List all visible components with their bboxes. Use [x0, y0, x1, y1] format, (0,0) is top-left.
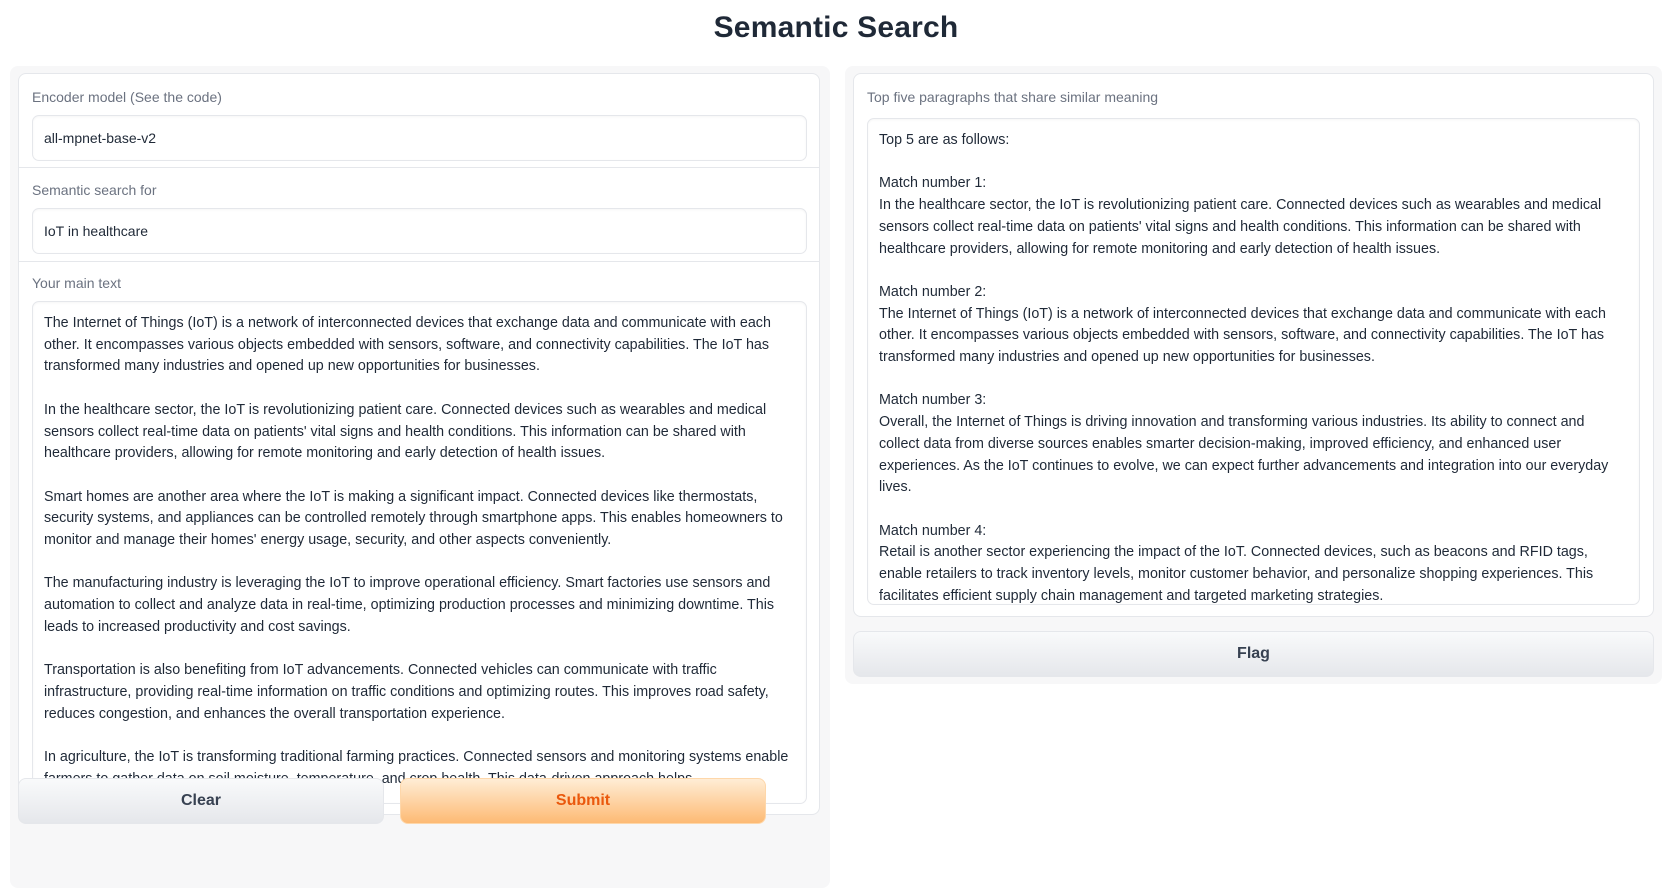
output-block: Top five paragraphs that share similar m…	[853, 73, 1654, 617]
input-panel: Encoder model (See the code) Semantic se…	[10, 66, 830, 888]
main-text-block: Your main text The Internet of Things (I…	[19, 262, 819, 814]
output-label: Top five paragraphs that share similar m…	[867, 89, 1159, 105]
query-label: Semantic search for	[32, 182, 157, 198]
output-textarea[interactable]: Top 5 are as follows: Match number 1: In…	[867, 118, 1640, 605]
query-block: Semantic search for	[19, 168, 819, 262]
semantic-search-input[interactable]	[32, 208, 807, 254]
flag-button[interactable]: Flag	[853, 631, 1654, 677]
main-text-textarea[interactable]: The Internet of Things (IoT) is a networ…	[32, 301, 807, 804]
main-text-label: Your main text	[32, 275, 121, 291]
encoder-label: Encoder model (See the code)	[32, 89, 222, 105]
clear-button[interactable]: Clear	[18, 778, 384, 824]
page-title: Semantic Search	[713, 11, 959, 44]
encoder-block: Encoder model (See the code)	[19, 74, 819, 168]
input-form: Encoder model (See the code) Semantic se…	[18, 73, 820, 815]
encoder-model-input[interactable]	[32, 115, 807, 161]
submit-button[interactable]: Submit	[400, 778, 766, 824]
output-panel: Top five paragraphs that share similar m…	[845, 66, 1662, 684]
